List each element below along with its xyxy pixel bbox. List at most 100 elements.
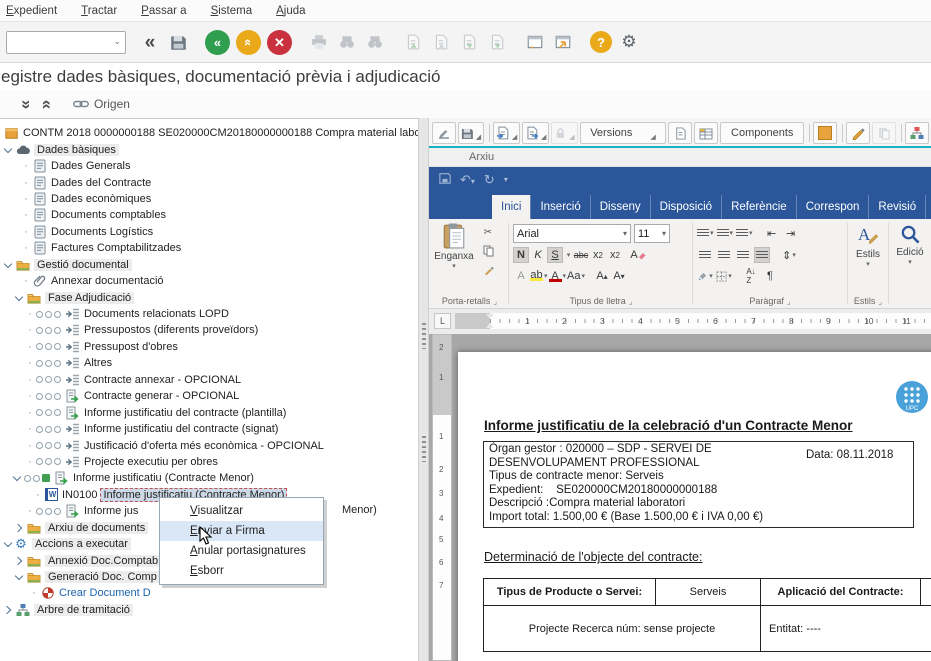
cancel-button[interactable]: ✕ xyxy=(267,30,292,55)
menu-passar-a[interactable]: Passar a xyxy=(137,2,198,20)
subscript-button[interactable]: x2 xyxy=(590,247,606,263)
menu-item-anular-portasignatures[interactable]: Anular portasignatures xyxy=(160,541,323,561)
sort-button[interactable]: A↓Z xyxy=(743,268,759,284)
multilevel-list-button[interactable]: ▾ xyxy=(736,225,753,241)
previous-page-button[interactable] xyxy=(429,30,453,54)
customize-qat-icon[interactable]: ▾ xyxy=(504,175,508,184)
tree-item-contracte-generar[interactable]: Contracte generar - OPCIONAL xyxy=(0,388,418,404)
tree-item-documents-logistics[interactable]: Documents Logístics xyxy=(0,224,418,240)
last-page-button[interactable] xyxy=(485,30,509,54)
first-page-button[interactable] xyxy=(401,30,425,54)
file-label[interactable]: Arxiu xyxy=(469,151,494,163)
chevron-down-icon[interactable] xyxy=(3,145,13,155)
superscript-button[interactable]: x2 xyxy=(607,247,623,263)
tree-item-altres[interactable]: Altres xyxy=(0,355,418,371)
menu-sistema[interactable]: Sistema xyxy=(207,2,265,20)
tab-revisio[interactable]: Revisió xyxy=(868,195,925,219)
tree-item-dades-generals[interactable]: Dades Generals xyxy=(0,158,418,174)
tree-item-lopd[interactable]: Documents relacionats LOPD xyxy=(0,306,418,322)
versions-dropdown[interactable]: Versions◢ xyxy=(580,122,667,144)
tree-item-informe-signat[interactable]: Informe justificatiu del contracte (sign… xyxy=(0,421,418,437)
status-button[interactable] xyxy=(813,122,837,144)
menu-item-esborr[interactable]: Esborr xyxy=(160,561,323,581)
chevron-down-icon[interactable] xyxy=(3,539,13,549)
font-size-combo[interactable]: 11▾ xyxy=(634,224,670,243)
tree-item-projecte-executiu[interactable]: Projecte executiu per obres xyxy=(0,454,418,470)
tree-node-informe-contracte-menor[interactable]: Informe justificatiu (Contracte Menor) xyxy=(0,470,418,486)
menu-expedient[interactable]: Expedient xyxy=(2,2,69,20)
tab-disposicio[interactable]: Disposició xyxy=(650,195,721,219)
strikethrough-button[interactable]: abc xyxy=(573,247,589,263)
italic-button[interactable]: K xyxy=(530,247,546,263)
vertical-ruler[interactable]: 2 1 1 2 3 4 5 6 7 xyxy=(432,334,452,661)
redo-icon[interactable]: ↻ xyxy=(484,172,495,188)
chevron-right-icon[interactable] xyxy=(14,523,24,533)
align-center-button[interactable] xyxy=(716,247,732,263)
document-canvas[interactable]: 2 1 1 2 3 4 5 6 7 UPC xyxy=(429,334,931,661)
tree-item-dades-contracte[interactable]: Dades del Contracte xyxy=(0,174,418,190)
grow-font-button[interactable]: A▴ xyxy=(594,268,610,284)
tree-item-pressupost-obres[interactable]: Pressupost d'obres xyxy=(0,339,418,355)
back-button[interactable]: « xyxy=(205,30,230,55)
tab-correspon[interactable]: Correspon xyxy=(796,195,869,219)
tree-item-annexar-documentacio[interactable]: Annexar documentació xyxy=(0,273,418,289)
save-icon[interactable] xyxy=(439,172,451,187)
increase-indent-button[interactable]: ⇥ xyxy=(783,225,799,241)
origen-button[interactable]: Origen xyxy=(73,97,130,111)
chevron-right-icon[interactable] xyxy=(14,556,24,566)
font-name-combo[interactable]: Arial▾ xyxy=(513,224,631,243)
find-next-button[interactable] xyxy=(363,30,387,54)
hierarchy-button[interactable] xyxy=(905,122,929,144)
help-button[interactable]: ? xyxy=(589,30,613,54)
next-page-button[interactable] xyxy=(457,30,481,54)
tree-item-factures[interactable]: Factures Comptabilitzades xyxy=(0,240,418,256)
command-field[interactable]: ⌄ xyxy=(6,31,126,54)
format-painter-button[interactable] xyxy=(480,263,496,277)
align-left-button[interactable] xyxy=(697,247,713,263)
sign-button[interactable] xyxy=(432,122,456,144)
align-right-button[interactable] xyxy=(735,247,751,263)
shrink-font-button[interactable]: A▾ xyxy=(611,268,627,284)
copy-button[interactable] xyxy=(480,244,496,258)
table-view-button[interactable] xyxy=(694,122,718,144)
paste-button[interactable]: Enganxa ▾ xyxy=(432,219,476,270)
display-mode-button[interactable] xyxy=(872,122,896,144)
tree-item-pressupostos[interactable]: Pressupostos (diferents proveïdors) xyxy=(0,322,418,338)
chevron-down-icon[interactable] xyxy=(12,473,22,483)
document-page[interactable]: UPC Informe justificatiu de la celebraci… xyxy=(458,352,931,661)
tab-visualitzac[interactable]: Visualitzac xyxy=(925,195,931,219)
tree-item-justificacio-oferta[interactable]: Justificació d'oferta més econòmica - OP… xyxy=(0,437,418,453)
indent-markers[interactable] xyxy=(486,314,495,328)
change-case-button[interactable]: Aa▾ xyxy=(567,268,585,284)
print-button[interactable] xyxy=(307,30,331,54)
line-spacing-button[interactable]: ⇕▾ xyxy=(781,247,797,263)
components-button[interactable]: Components xyxy=(720,122,804,144)
dialog-launcher-icon[interactable]: ⌟ xyxy=(629,297,633,306)
dialog-launcher-icon[interactable]: ⌟ xyxy=(787,297,791,306)
decrease-indent-button[interactable]: ⇤ xyxy=(764,225,780,241)
tree-item-informe-plantilla[interactable]: Informe justificatiu del contracte (plan… xyxy=(0,404,418,420)
new-session-button[interactable] xyxy=(523,30,547,54)
chevron-right-icon[interactable] xyxy=(3,605,13,615)
tree-node-dades-basiques[interactable]: Dades bàsiques xyxy=(0,141,418,157)
shortcut-button[interactable] xyxy=(551,30,575,54)
undo-icon[interactable]: ↶▾ xyxy=(460,172,475,188)
dialog-launcher-icon[interactable]: ⌟ xyxy=(878,297,882,306)
edit-button[interactable] xyxy=(846,122,870,144)
checkout-button[interactable]: ◢ xyxy=(522,122,549,144)
tab-disseny[interactable]: Disseny xyxy=(590,195,650,219)
shading-button[interactable]: ▾ xyxy=(697,268,713,284)
font-color-button[interactable]: A▾ xyxy=(549,268,567,284)
bullets-button[interactable]: ▾ xyxy=(697,225,714,241)
lock-button[interactable]: ◢ xyxy=(551,122,577,144)
chevron-down-icon[interactable] xyxy=(3,260,13,270)
find-button[interactable] xyxy=(335,30,359,54)
numbering-button[interactable]: ▾ xyxy=(717,225,734,241)
document-info-button[interactable] xyxy=(668,122,692,144)
collapse-all-icon[interactable]: « xyxy=(40,99,57,108)
split-handle[interactable] xyxy=(418,118,429,661)
save-button[interactable] xyxy=(166,30,190,54)
styles-button[interactable]: A Estils ▾ xyxy=(849,219,887,268)
tree-item-crear-document[interactable]: Crear Document D xyxy=(0,585,418,601)
tree-node-gestio-documental[interactable]: Gestió documental xyxy=(0,257,418,273)
